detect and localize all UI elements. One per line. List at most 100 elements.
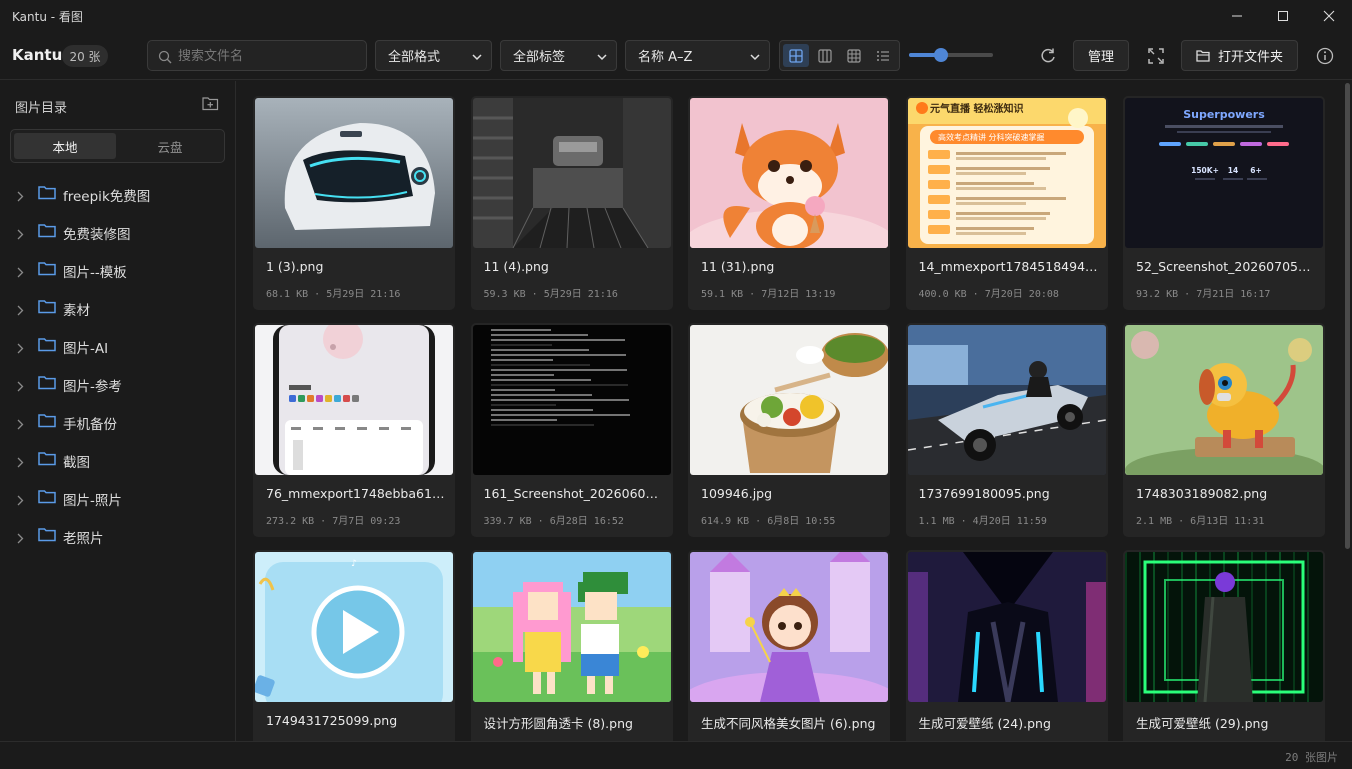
sidebar-folder[interactable]: 图片-照片 [0,478,236,516]
open-folder-button[interactable]: 打开文件夹 [1181,40,1298,71]
image-meta: 400.0 KB · 7月20日 20:08 [918,289,1059,300]
image-thumbnail[interactable] [690,325,888,475]
image-card[interactable]: 生成可爱壁纸 (24).png [905,550,1108,741]
image-thumbnail[interactable] [1125,552,1323,702]
image-card[interactable]: 生成可爱壁纸 (29).png [1123,550,1325,741]
image-filename: 76_mmexport1748ebba617b... [266,486,446,501]
image-thumbnail[interactable] [472,325,671,475]
image-card[interactable]: 1748303189082.png 2.1 MB · 6月13日 11:31 [1123,323,1325,537]
sidebar-folder[interactable]: freepik免费图 [0,174,236,212]
image-thumbnail[interactable] [1125,325,1323,475]
superpowers-stat: 150K+ [1191,166,1219,175]
chevron-right-icon[interactable] [16,301,24,320]
folder-icon [38,299,56,318]
tag-filter-select[interactable]: 全部标签 [500,40,617,71]
image-card[interactable]: Superpowers 150K+ 14 6+ 52_Screenshot_202607… [1123,96,1325,310]
image-card[interactable]: 1737699180095.png 1.1 MB · 4月20日 11:59 [905,323,1108,537]
grid-large-icon[interactable] [783,44,809,67]
image-card[interactable]: 161_Screenshot_20260607_2... 339.7 KB · 6… [470,323,673,537]
tab-cloud[interactable]: 云盘 [119,133,221,159]
image-thumbnail[interactable] [690,98,888,248]
title-bar: Kantu - 看图 [0,0,1352,32]
image-card[interactable]: 11 (31).png 59.1 KB · 7月12日 13:19 [688,96,890,310]
manage-button[interactable]: 管理 [1073,40,1129,71]
info-icon[interactable] [1309,40,1340,71]
sidebar-folder[interactable]: 图片-AI [0,326,236,364]
image-thumbnail[interactable] [907,552,1106,702]
image-filename: 1 (3).png [266,259,324,274]
image-card[interactable]: 109946.jpg 614.9 KB · 6月8日 10:55 [688,323,890,537]
image-thumbnail[interactable]: ♪ [255,552,453,702]
image-card[interactable]: 1 (3).png 68.1 KB · 5月29日 21:16 [253,96,455,310]
chevron-right-icon[interactable] [16,225,24,244]
sidebar-folder[interactable]: 素材 [0,288,236,326]
superpowers-hero: Superpowers [1183,108,1265,121]
image-card[interactable]: 设计方形圆角透卡 (8).png [470,550,673,741]
minimize-icon[interactable] [1214,0,1260,32]
chevron-right-icon[interactable] [16,491,24,510]
chevron-right-icon[interactable] [16,415,24,434]
image-card[interactable]: ♪ 1749431725099.png [253,550,455,741]
image-filename: 生成不同风格美女图片 (6).png [701,716,876,731]
sidebar-folder[interactable]: 图片-参考 [0,364,236,402]
close-icon[interactable] [1306,0,1352,32]
sidebar-folder-label: 手机备份 [63,417,117,433]
image-meta: 339.7 KB · 6月28日 16:52 [483,516,624,527]
list-icon[interactable] [870,44,896,67]
sidebar-folder[interactable]: 手机备份 [0,402,236,440]
tag-filter-value: 全部标签 [513,50,566,65]
search-box[interactable] [147,40,367,71]
chevron-right-icon[interactable] [16,187,24,206]
image-filename: 161_Screenshot_20260607_2... [483,486,664,501]
image-filename: 设计方形圆角透卡 (8).png [483,716,633,731]
image-thumbnail[interactable] [907,325,1106,475]
sidebar-folder[interactable]: 图片--模板 [0,250,236,288]
tab-local[interactable]: 本地 [14,133,116,159]
image-card[interactable]: 生成不同风格美女图片 (6).png [688,550,890,741]
chevron-right-icon[interactable] [16,263,24,282]
image-filename: 生成可爱壁纸 (29).png [1136,716,1269,731]
sidebar-folder[interactable]: 免费装修图 [0,212,236,250]
image-card[interactable]: 11 (4).png 59.3 KB · 5月29日 21:16 [470,96,673,310]
sidebar-folder[interactable]: 截图 [0,440,236,478]
grid-scrollbar[interactable] [1343,81,1352,741]
sidebar-folder-label: freepik免费图 [63,189,151,205]
format-filter-select[interactable]: 全部格式 [375,40,492,71]
image-meta: 2.1 MB · 6月13日 11:31 [1136,516,1265,527]
image-thumbnail[interactable] [255,98,453,248]
sidebar-folder-label: 图片-参考 [63,379,122,395]
thumbnail-size-slider[interactable] [909,48,993,62]
folder-icon [38,223,56,242]
refresh-icon[interactable] [1032,40,1063,71]
chevron-right-icon[interactable] [16,529,24,548]
image-grid: 1 (3).png 68.1 KB · 5月29日 21:16 11 (4).png… [237,81,1342,741]
sort-select[interactable]: 名称 A–Z [625,40,770,71]
chevron-right-icon[interactable] [16,453,24,472]
folder-icon [38,375,56,394]
image-thumbnail[interactable] [472,98,671,248]
slider-knob[interactable] [933,48,948,62]
sidebar-folder[interactable]: 老照片 [0,516,236,554]
chevron-right-icon[interactable] [16,377,24,396]
columns-icon[interactable] [812,44,838,67]
search-input[interactable] [178,46,358,66]
image-thumbnail[interactable] [690,552,888,702]
sidebar-folder-label: 图片-AI [63,341,109,357]
image-filename: 1749431725099.png [266,713,398,728]
fullscreen-icon[interactable] [1140,40,1171,71]
search-icon [158,49,172,68]
image-card[interactable]: 76_mmexport1748ebba617b... 273.2 KB · 7月7… [253,323,455,537]
grid-small-icon[interactable] [841,44,867,67]
scrollbar-thumb[interactable] [1345,83,1350,549]
image-filename: 1737699180095.png [918,486,1050,501]
chevron-down-icon [472,51,482,66]
image-thumbnail[interactable] [255,325,453,475]
maximize-icon[interactable] [1260,0,1306,32]
chevron-right-icon[interactable] [16,339,24,358]
add-folder-icon[interactable] [202,96,219,115]
image-thumbnail[interactable]: 元气直播 轻松涨知识 高效考点精讲 分科突破速掌握 [907,98,1106,248]
image-card[interactable]: 元气直播 轻松涨知识 高效考点精讲 分科突破速掌握 14_mmexport17845… [905,96,1108,310]
image-meta: 1.1 MB · 4月20日 11:59 [918,516,1047,527]
image-thumbnail[interactable] [472,552,671,702]
image-thumbnail[interactable]: Superpowers 150K+ 14 6+ [1125,98,1323,248]
